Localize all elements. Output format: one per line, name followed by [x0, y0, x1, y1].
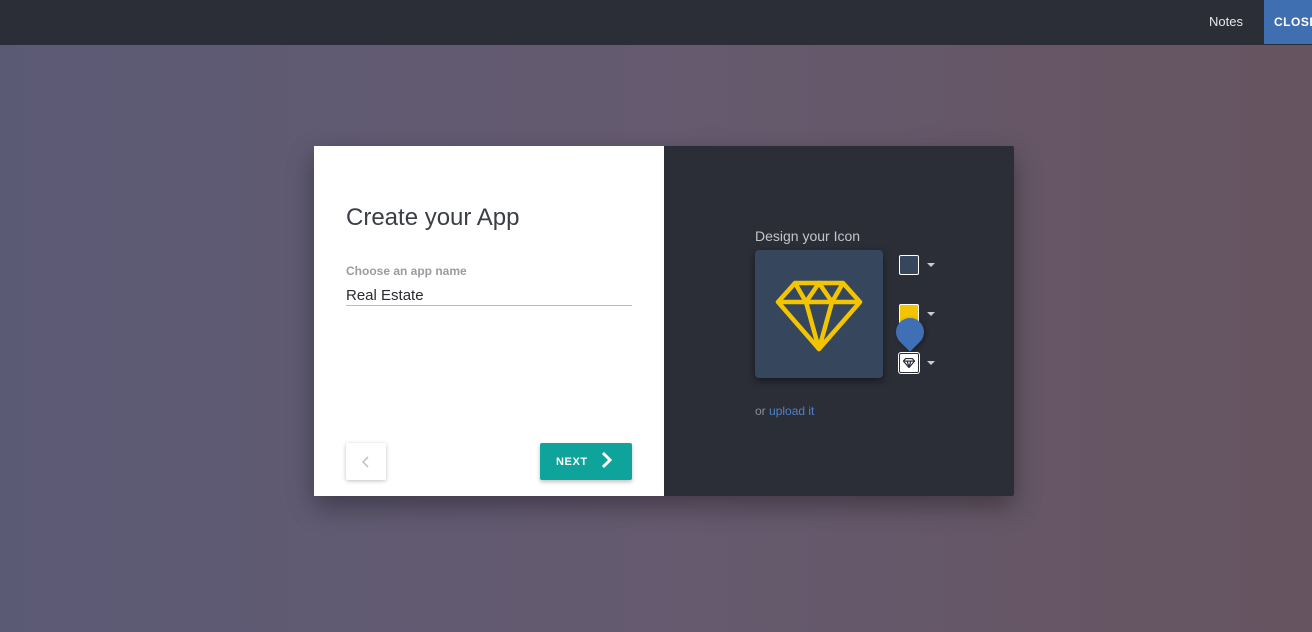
app-name-input[interactable]	[346, 285, 632, 306]
create-app-dialog: Create your App Choose an app name NEXT …	[314, 146, 1014, 496]
design-icon-label: Design your Icon	[755, 228, 861, 244]
chevron-down-icon	[927, 263, 935, 267]
icon-designer-pane: Design your Icon or upload it	[664, 146, 1014, 496]
background-color-picker[interactable]	[899, 255, 939, 279]
next-button-label: NEXT	[556, 456, 588, 468]
chevron-left-icon	[361, 455, 369, 468]
next-button[interactable]: NEXT	[540, 443, 632, 480]
upload-icon-link[interactable]: upload it	[769, 404, 814, 418]
top-bar: Notes CLOSE	[0, 0, 1312, 45]
upload-prefix: or	[755, 404, 766, 418]
upload-line: or upload it	[755, 404, 814, 418]
icon-glyph-swatch	[899, 353, 919, 373]
notes-link[interactable]: Notes	[1209, 14, 1243, 29]
diamond-icon	[775, 280, 863, 352]
app-form-pane: Create your App Choose an app name NEXT	[314, 146, 664, 496]
chevron-down-icon	[927, 361, 935, 365]
dialog-title: Create your App	[346, 204, 520, 231]
background-color-swatch	[899, 255, 919, 275]
chevron-down-icon	[927, 312, 935, 316]
app-icon-preview	[755, 250, 883, 378]
close-button[interactable]: CLOSE	[1264, 0, 1312, 44]
chevron-right-icon	[601, 451, 613, 469]
app-name-label: Choose an app name	[346, 264, 467, 278]
previous-button[interactable]	[346, 443, 386, 480]
diamond-icon	[903, 358, 915, 368]
icon-glyph-picker[interactable]	[899, 353, 939, 377]
